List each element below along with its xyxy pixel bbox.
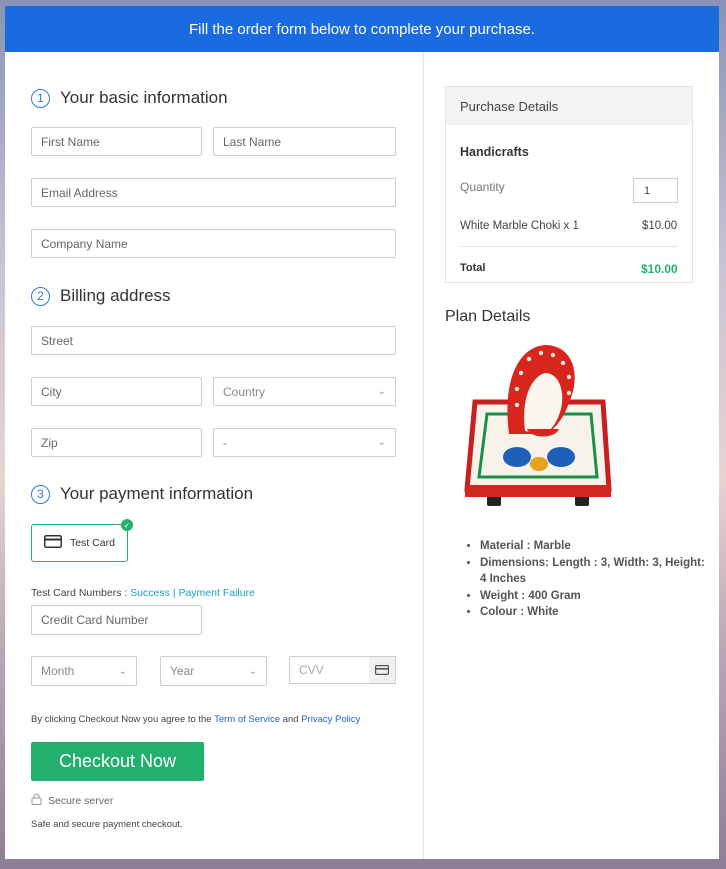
step-number: 3 xyxy=(31,484,50,504)
test-card-label: Test Card xyxy=(70,537,115,549)
country-select-value: Country xyxy=(223,384,266,399)
plan-detail-item: Dimensions: Length : 3, Width: 3, Height… xyxy=(480,555,710,588)
last-name-input[interactable]: Last Name xyxy=(213,127,396,156)
banner-text: Fill the order form below to complete yo… xyxy=(189,20,535,38)
payment-failure-link[interactable]: Payment Failure xyxy=(178,587,254,599)
step-number: 1 xyxy=(31,88,50,108)
plan-details-title: Plan Details xyxy=(445,308,531,325)
email-input[interactable]: Email Address xyxy=(31,178,396,207)
chevron-down-icon: ⌄ xyxy=(377,386,386,397)
step-number: 2 xyxy=(31,286,50,306)
link-separator: | xyxy=(172,587,176,599)
month-select[interactable]: Month ⌄ xyxy=(31,656,137,686)
total-label: Total xyxy=(460,262,486,274)
year-select-value: Year xyxy=(170,664,195,678)
divider xyxy=(460,246,678,247)
section-title: Billing address xyxy=(60,286,171,305)
test-card-option[interactable]: Test Card ✓ xyxy=(31,519,133,562)
product-image xyxy=(457,339,619,524)
section-basic-info: 1 Your basic information xyxy=(31,88,228,108)
line-item-name: White Marble Choki x 1 xyxy=(460,220,579,232)
year-select[interactable]: Year ⌄ xyxy=(160,656,267,686)
secure-server-label: Secure server xyxy=(48,794,114,807)
cvv-card-icon xyxy=(369,656,396,684)
country-select[interactable]: Country ⌄ xyxy=(213,377,396,406)
plan-details-list: Material : Marble Dimensions: Length : 3… xyxy=(462,538,710,621)
purchase-details-title: Purchase Details xyxy=(446,87,692,125)
secure-server: Secure server xyxy=(31,793,113,808)
section-title: Your payment information xyxy=(60,484,254,503)
plan-detail-item: Weight : 400 Gram xyxy=(480,588,710,605)
lock-icon xyxy=(31,793,42,808)
quantity-label: Quantity xyxy=(460,180,505,194)
city-input[interactable]: City xyxy=(31,377,202,406)
terms-text: By clicking Checkout Now you agree to th… xyxy=(31,714,360,725)
line-item-price: $10.00 xyxy=(642,220,678,232)
cvv-input[interactable]: CVV xyxy=(289,656,370,684)
plan-detail-item: Material : Marble xyxy=(480,538,710,555)
checkout-button[interactable]: Checkout Now xyxy=(31,742,204,781)
header-banner: Fill the order form below to complete yo… xyxy=(5,6,719,52)
purchase-details-box: Purchase Details Handicrafts Quantity 1 … xyxy=(445,86,693,283)
zip-input[interactable]: Zip xyxy=(31,428,202,457)
credit-card-icon xyxy=(44,535,62,551)
test-card-numbers: Test Card Numbers : Success | Payment Fa… xyxy=(31,587,255,599)
section-billing: 2 Billing address xyxy=(31,286,171,306)
checkout-card: 1 Your basic information First Name Last… xyxy=(5,52,719,859)
chevron-down-icon: ⌄ xyxy=(377,437,386,448)
test-numbers-label: Test Card Numbers : xyxy=(31,587,128,599)
section-payment: 3 Your payment information xyxy=(31,484,253,504)
safe-checkout-text: Safe and secure payment checkout. xyxy=(31,819,183,830)
privacy-link[interactable]: Privacy Policy xyxy=(301,714,360,725)
product-category: Handicrafts xyxy=(460,145,529,159)
month-select-value: Month xyxy=(41,664,75,678)
check-icon: ✓ xyxy=(121,519,133,531)
company-input[interactable]: Company Name xyxy=(31,229,396,258)
order-form: 1 Your basic information First Name Last… xyxy=(5,52,424,859)
state-select-value: - xyxy=(223,435,227,450)
total-value: $10.00 xyxy=(641,262,678,276)
quantity-input[interactable]: 1 xyxy=(633,178,678,203)
chevron-down-icon: ⌄ xyxy=(248,665,257,677)
card-number-input[interactable]: Credit Card Number xyxy=(31,605,202,635)
terms-prefix: By clicking Checkout Now you agree to th… xyxy=(31,714,212,725)
plan-detail-item: Colour : White xyxy=(480,604,710,621)
first-name-input[interactable]: First Name xyxy=(31,127,202,156)
summary-panel: Purchase Details Handicrafts Quantity 1 … xyxy=(424,52,719,859)
chevron-down-icon: ⌄ xyxy=(118,665,127,677)
street-input[interactable]: Street xyxy=(31,326,396,355)
success-link[interactable]: Success xyxy=(130,587,170,599)
terms-link[interactable]: Term of Service xyxy=(214,714,280,725)
section-title: Your basic information xyxy=(60,88,228,107)
state-select[interactable]: - ⌄ xyxy=(213,428,396,457)
terms-and: and xyxy=(282,714,299,725)
